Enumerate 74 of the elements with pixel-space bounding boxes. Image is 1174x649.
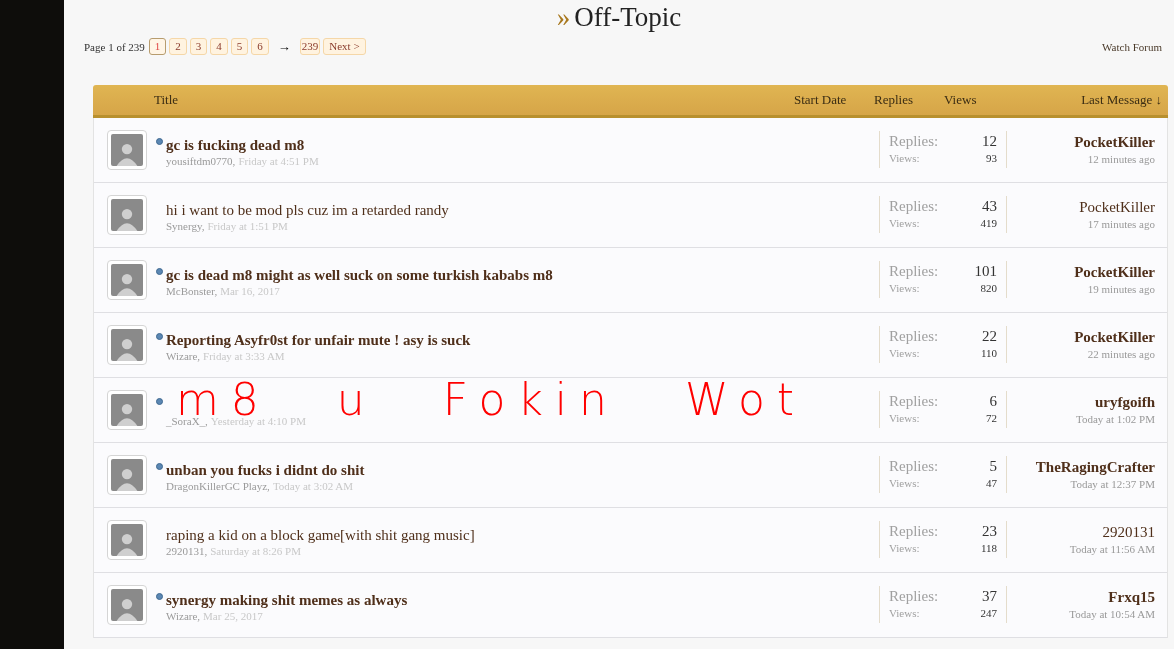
- views-label: Views:: [889, 476, 921, 491]
- replies-count: 5: [988, 458, 997, 475]
- replies-label: Replies:: [889, 328, 940, 345]
- next-page-link[interactable]: Next >: [323, 38, 366, 56]
- views-count: 93: [985, 151, 997, 166]
- page-link[interactable]: 5: [230, 38, 249, 56]
- replies-label: Replies:: [889, 458, 940, 475]
- last-poster[interactable]: 2920131: [1102, 523, 1155, 542]
- thread-title[interactable]: gc is fucking dead m8: [166, 136, 305, 153]
- avatar-placeholder: [111, 133, 143, 166]
- last-poster[interactable]: PocketKiller: [1079, 198, 1155, 217]
- page-link[interactable]: 239: [299, 38, 321, 56]
- thread-title[interactable]: synergy making shit memes as always: [166, 591, 408, 608]
- column-header[interactable]: Start Date: [794, 91, 847, 107]
- last-poster[interactable]: TheRagingCrafter: [1035, 458, 1155, 477]
- avatar-placeholder: [111, 198, 143, 231]
- thread-title[interactable]: gc is dead m8 might as well suck on some turkish kababs m8: [166, 266, 553, 283]
- avatar-placeholder: [111, 458, 143, 491]
- replies-label: Replies:: [889, 523, 940, 540]
- views-label: Views:: [889, 216, 921, 231]
- views-label: Views:: [889, 281, 921, 296]
- thread-title[interactable]: raping a kid on a block game[with shit gang music]: [166, 526, 475, 543]
- avatar-placeholder: [111, 588, 143, 621]
- avatar-placeholder: [111, 523, 143, 556]
- handwritten-scribble: m8 u Fokin Wot: [176, 383, 807, 417]
- watch-forum-link[interactable]: Watch Forum: [1102, 38, 1162, 55]
- replies-count: 101: [974, 263, 997, 280]
- forum-title: Off-Topic: [574, 1, 682, 34]
- views-count: 118: [980, 541, 997, 556]
- column-header[interactable]: Last Message ↓: [1081, 91, 1162, 107]
- views-label: Views:: [889, 151, 921, 166]
- replies-count: 6: [988, 393, 997, 410]
- views-count: 820: [979, 281, 997, 296]
- thread-title[interactable]: Reporting Asyfr0st for unfair mute ! asy is suck: [166, 331, 471, 348]
- page-link[interactable]: 3: [189, 38, 208, 56]
- replies-count: 12: [982, 133, 997, 150]
- views-label: Views:: [889, 606, 921, 621]
- page-indicator: Page 1 of 239: [84, 39, 145, 55]
- views-label: Views:: [889, 541, 921, 556]
- avatar-placeholder: [111, 393, 143, 426]
- page-link[interactable]: 4: [210, 38, 228, 56]
- column-header[interactable]: Replies: [874, 91, 913, 107]
- views-count: 419: [980, 216, 997, 231]
- views-label: Views:: [889, 346, 921, 361]
- thread-title[interactable]: unban you fucks i didnt do shit: [166, 461, 365, 478]
- last-poster[interactable]: PocketKiller: [1074, 328, 1155, 347]
- column-header[interactable]: Title: [154, 91, 179, 107]
- replies-count: 22: [981, 328, 997, 345]
- views-count: 72: [986, 411, 997, 426]
- skip-arrow: →: [277, 38, 291, 56]
- replies-label: Replies:: [889, 133, 940, 150]
- replies-count: 23: [981, 523, 997, 540]
- replies-label: Replies:: [889, 263, 940, 280]
- page-link[interactable]: 6: [251, 38, 269, 56]
- replies-count: 43: [981, 198, 997, 215]
- avatar-placeholder: [111, 328, 143, 361]
- column-header[interactable]: Views: [944, 91, 977, 107]
- title-marker: »: [556, 1, 571, 34]
- views-count: 47: [986, 476, 997, 491]
- replies-label: Replies:: [889, 198, 940, 215]
- last-poster[interactable]: Frxq15: [1108, 588, 1155, 607]
- last-poster[interactable]: PocketKiller: [1074, 263, 1155, 282]
- page-link[interactable]: 1: [148, 38, 167, 56]
- views-count: 247: [980, 606, 997, 621]
- last-poster[interactable]: PocketKiller: [1074, 133, 1155, 152]
- replies-count: 37: [981, 588, 997, 605]
- last-poster[interactable]: uryfgoifh: [1095, 393, 1155, 412]
- thread-title[interactable]: hi i want to be mod pls cuz im a retarded randy: [166, 201, 449, 218]
- views-label: Views:: [889, 411, 921, 426]
- replies-label: Replies:: [889, 393, 940, 410]
- page-link[interactable]: 2: [169, 38, 187, 56]
- avatar-placeholder: [111, 263, 143, 296]
- replies-label: Replies:: [889, 588, 940, 605]
- views-count: 110: [980, 346, 997, 361]
